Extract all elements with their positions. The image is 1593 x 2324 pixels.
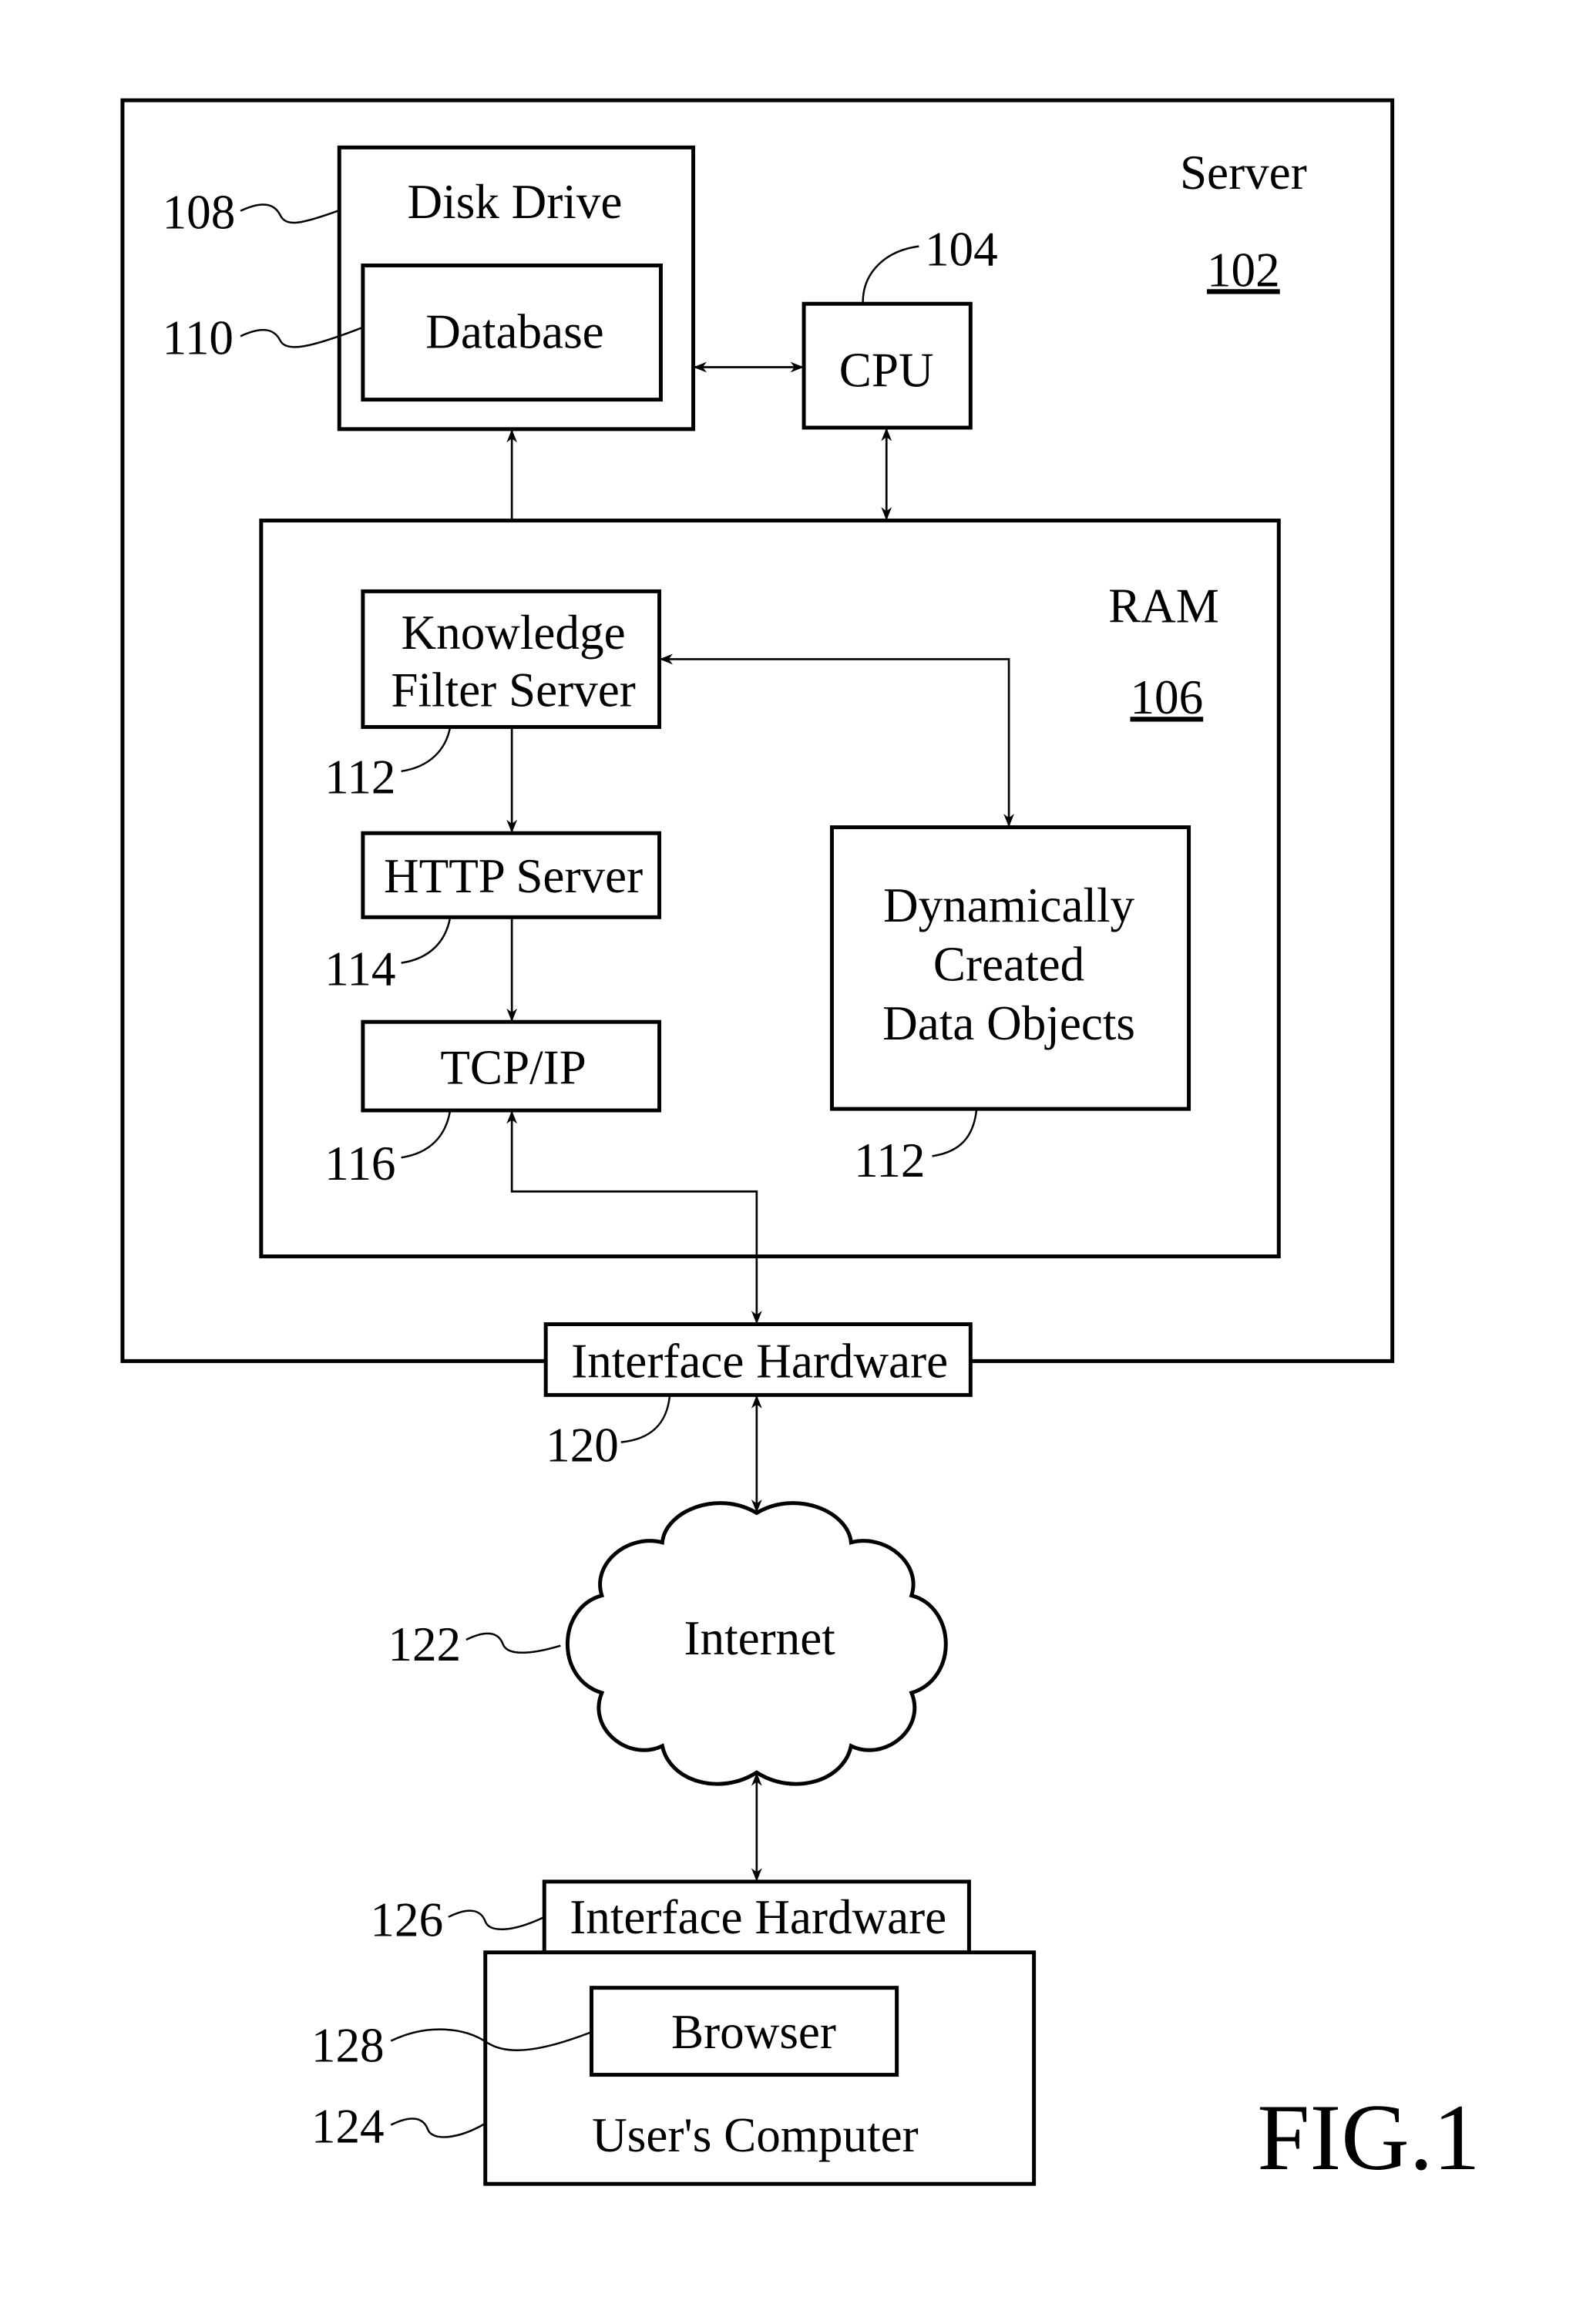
users-computer-title: User's Computer bbox=[592, 2108, 918, 2162]
server-interface-ref: 120 bbox=[546, 1418, 619, 1472]
ram-title: RAM bbox=[1108, 579, 1219, 633]
knowledge-filter-server-ref: 112 bbox=[324, 751, 395, 804]
internet-leader bbox=[465, 1632, 561, 1654]
disk-drive-ref: 108 bbox=[163, 186, 236, 240]
http-server-title: HTTP Server bbox=[384, 849, 643, 903]
tcp-ip-ref: 116 bbox=[324, 1137, 395, 1191]
knowledge-filter-server-line2: Filter Server bbox=[391, 663, 635, 717]
server-title: Server bbox=[1180, 146, 1307, 200]
client-interface-leader bbox=[448, 1909, 545, 1930]
cpu-ref: 104 bbox=[925, 222, 998, 276]
cpu-title: CPU bbox=[839, 343, 934, 397]
tcp-ip-title: TCP/IP bbox=[440, 1041, 586, 1095]
figure-label: FIG.1 bbox=[1257, 2086, 1480, 2190]
database-ref: 110 bbox=[163, 311, 234, 364]
database-title: Database bbox=[425, 305, 603, 359]
browser-title: Browser bbox=[671, 2005, 836, 2059]
client-interface-ref: 126 bbox=[370, 1893, 443, 1947]
ram-ref: 106 bbox=[1130, 670, 1203, 724]
dynamic-objects-line1: Dynamically bbox=[883, 878, 1135, 932]
server-interface-title: Interface Hardware bbox=[571, 1334, 948, 1388]
users-computer-ref: 124 bbox=[311, 2100, 385, 2154]
internet-ref: 122 bbox=[388, 1617, 461, 1671]
server-ref: 102 bbox=[1207, 243, 1280, 297]
browser-ref: 128 bbox=[311, 2018, 385, 2072]
client-interface-title: Interface Hardware bbox=[570, 1890, 946, 1944]
server-interface-leader bbox=[620, 1396, 671, 1443]
dynamic-objects-line2: Created bbox=[933, 938, 1084, 992]
internet-title: Internet bbox=[684, 1611, 835, 1665]
dynamic-objects-ref: 112 bbox=[854, 1133, 925, 1187]
knowledge-filter-server-line1: Knowledge bbox=[402, 606, 626, 660]
disk-drive-title: Disk Drive bbox=[408, 175, 623, 229]
users-computer-leader bbox=[390, 2117, 486, 2138]
dynamic-objects-line3: Data Objects bbox=[882, 996, 1135, 1050]
http-server-ref: 114 bbox=[324, 942, 395, 996]
system-diagram: Server 102 Disk Drive 108 Database 110 C… bbox=[120, 98, 1480, 2190]
